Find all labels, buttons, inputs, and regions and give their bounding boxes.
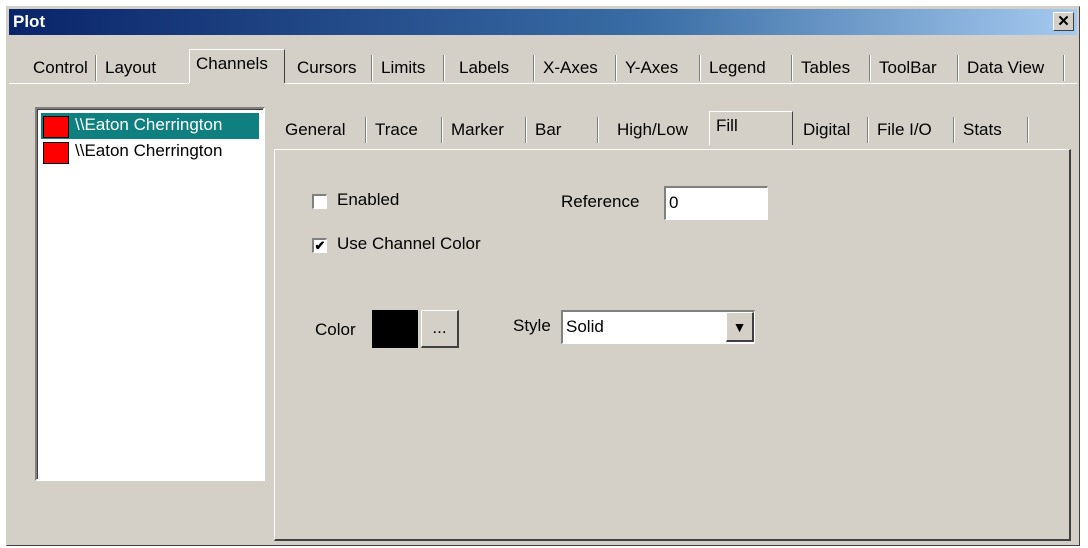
- chevron-down-icon[interactable]: ▼: [726, 312, 754, 342]
- tab-label: Marker: [451, 120, 504, 139]
- tab-limits[interactable]: Limits: [375, 53, 445, 83]
- style-select[interactable]: Solid ▼: [561, 310, 755, 344]
- reference-input[interactable]: 0: [664, 186, 768, 220]
- tab-trace[interactable]: Trace: [369, 115, 443, 145]
- main-panel-top-edge: [285, 83, 1077, 85]
- channel-color-swatch: [43, 116, 69, 138]
- tab-label: Y-Axes: [625, 58, 679, 77]
- tab-label: Control: [33, 58, 88, 77]
- window-title: Plot: [13, 12, 46, 31]
- fill-panel: Enabled Reference 0 ✔ Use Channel Color …: [274, 149, 1071, 541]
- tab-cursors[interactable]: Cursors: [291, 53, 373, 83]
- channel-list[interactable]: \\Eaton Cherrington \\Eaton Cherrington: [35, 107, 265, 481]
- tab-label: Labels: [459, 58, 510, 77]
- tab-tables[interactable]: Tables: [795, 53, 871, 83]
- tab-label: General: [285, 120, 346, 139]
- fill-color-swatch[interactable]: [372, 310, 418, 348]
- plot-dialog: Plot ✕ Control Layout Channels Cursors L…: [6, 6, 1080, 546]
- list-item[interactable]: \\Eaton Cherrington: [41, 113, 259, 139]
- tab-label: X-Axes: [543, 58, 598, 77]
- tab-toolbar[interactable]: ToolBar: [873, 53, 959, 83]
- enabled-checkbox[interactable]: [312, 194, 327, 209]
- tab-label: Tables: [801, 58, 851, 77]
- tab-stats[interactable]: Stats: [957, 115, 1029, 145]
- tab-label: File I/O: [877, 120, 932, 139]
- tab-label: Data View: [967, 58, 1045, 77]
- tab-file-io[interactable]: File I/O: [871, 115, 955, 145]
- tab-marker[interactable]: Marker: [445, 115, 527, 145]
- enabled-label: Enabled: [337, 190, 400, 209]
- tab-data-view[interactable]: Data View: [961, 53, 1065, 83]
- tab-y-axes[interactable]: Y-Axes: [619, 53, 701, 83]
- list-item[interactable]: \\Eaton Cherrington: [41, 139, 259, 165]
- main-panel-top-edge: [9, 83, 189, 85]
- tab-legend[interactable]: Legend: [703, 53, 793, 83]
- tab-general[interactable]: General: [279, 115, 367, 145]
- color-picker-button[interactable]: ...: [421, 310, 459, 348]
- channel-label: \\Eaton Cherrington: [75, 141, 223, 160]
- style-label: Style: [513, 316, 551, 335]
- tab-label: Digital: [803, 120, 851, 139]
- tab-control[interactable]: Control: [27, 53, 97, 83]
- tab-labels[interactable]: Labels: [453, 53, 535, 83]
- tab-channels[interactable]: Channels: [189, 49, 285, 83]
- color-label: Color: [315, 320, 356, 339]
- tab-high-low[interactable]: High/Low: [611, 115, 707, 145]
- tab-label: Stats: [963, 120, 1002, 139]
- title-bar: Plot ✕: [9, 9, 1077, 35]
- channel-color-swatch: [43, 142, 69, 164]
- tab-label: Channels: [196, 54, 268, 73]
- tab-label: Limits: [381, 58, 426, 77]
- tab-bar[interactable]: Bar: [529, 115, 599, 145]
- tab-digital[interactable]: Digital: [797, 115, 869, 145]
- tab-label: Bar: [535, 120, 562, 139]
- style-value: Solid: [566, 317, 604, 336]
- tab-label: ToolBar: [879, 58, 937, 77]
- tab-layout[interactable]: Layout: [99, 53, 183, 83]
- tab-fill[interactable]: Fill: [709, 111, 793, 145]
- tab-label: Trace: [375, 120, 418, 139]
- tab-x-axes[interactable]: X-Axes: [537, 53, 617, 83]
- use-channel-color-checkbox[interactable]: ✔: [312, 238, 327, 253]
- tab-label: Cursors: [297, 58, 357, 77]
- tab-label: Layout: [105, 58, 157, 77]
- tab-label: Legend: [709, 58, 766, 77]
- channel-label: \\Eaton Cherrington: [75, 115, 223, 134]
- tab-label: High/Low: [617, 120, 688, 139]
- reference-label: Reference: [561, 192, 640, 211]
- close-icon[interactable]: ✕: [1053, 12, 1074, 31]
- use-channel-color-label: Use Channel Color: [337, 234, 481, 253]
- tab-label: Fill: [716, 116, 738, 135]
